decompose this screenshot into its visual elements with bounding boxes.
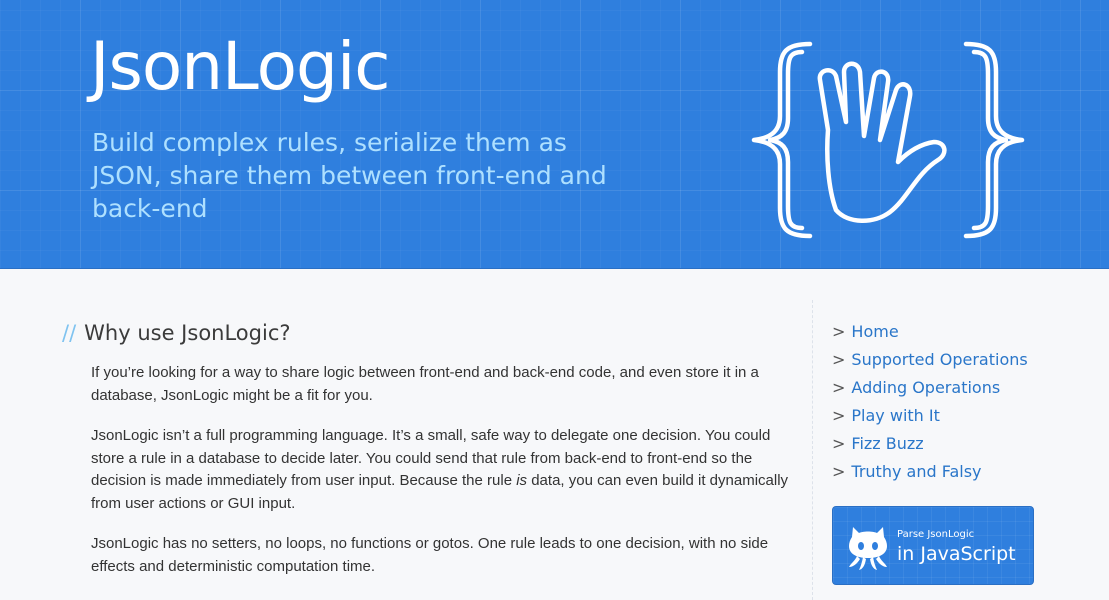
sidebar-item-adding-operations: > Adding Operations [832,374,1062,402]
site-header: JsonLogic Build complex rules, serialize… [0,0,1109,269]
heading-slashes: // [62,321,77,345]
main-content: // Why use JsonLogic? If you’re looking f… [62,318,788,596]
sidebar-item-home: > Home [832,318,1062,346]
github-octocat-icon [849,527,887,570]
badge-small-text: Parse JsonLogic [897,529,975,540]
sidebar-link-home[interactable]: Home [851,322,898,341]
sidebar-nav: > Home > Supported Operations > Adding Oper… [832,318,1062,486]
paragraph-purpose: JsonLogic isn’t a full programming langu… [91,425,791,515]
section-heading-text: Why use JsonLogic? [84,321,291,345]
vulcan-salute-braces-logo-icon [751,41,1025,239]
badge-big-text: in JavaScript [897,543,1016,565]
sidebar-divider [812,300,813,600]
paragraph-limits: JsonLogic has no setters, no loops, no f… [91,535,769,575]
chevron-right-icon: > [832,350,846,369]
site-title: JsonLogic [90,28,391,105]
sidebar-item-play-with-it: > Play with It [832,402,1062,430]
sidebar-link-adding-operations[interactable]: Adding Operations [851,378,1000,397]
chevron-right-icon: > [832,434,846,453]
site-tagline: Build complex rules, serialize them as J… [92,128,607,223]
paragraph-intro: If you’re looking for a way to share log… [91,364,759,404]
sidebar-item-fizz-buzz: > Fizz Buzz [832,430,1062,458]
sidebar-item-truthy-and-falsy: > Truthy and Falsy [832,458,1062,486]
chevron-right-icon: > [832,322,846,341]
sidebar-link-truthy-and-falsy[interactable]: Truthy and Falsy [851,462,981,481]
sidebar-link-fizz-buzz[interactable]: Fizz Buzz [851,434,923,453]
sidebar-link-supported-operations[interactable]: Supported Operations [851,350,1027,369]
section-heading: // Why use JsonLogic? [62,318,782,348]
sidebar-item-supported-operations: > Supported Operations [832,346,1062,374]
sidebar-link-play-with-it[interactable]: Play with It [851,406,939,425]
parse-in-javascript-button[interactable]: Parse JsonLogic in JavaScript [832,506,1034,585]
chevron-right-icon: > [832,406,846,425]
chevron-right-icon: > [832,378,846,397]
paragraph-purpose-emphasis: is [516,472,528,489]
chevron-right-icon: > [832,462,846,481]
